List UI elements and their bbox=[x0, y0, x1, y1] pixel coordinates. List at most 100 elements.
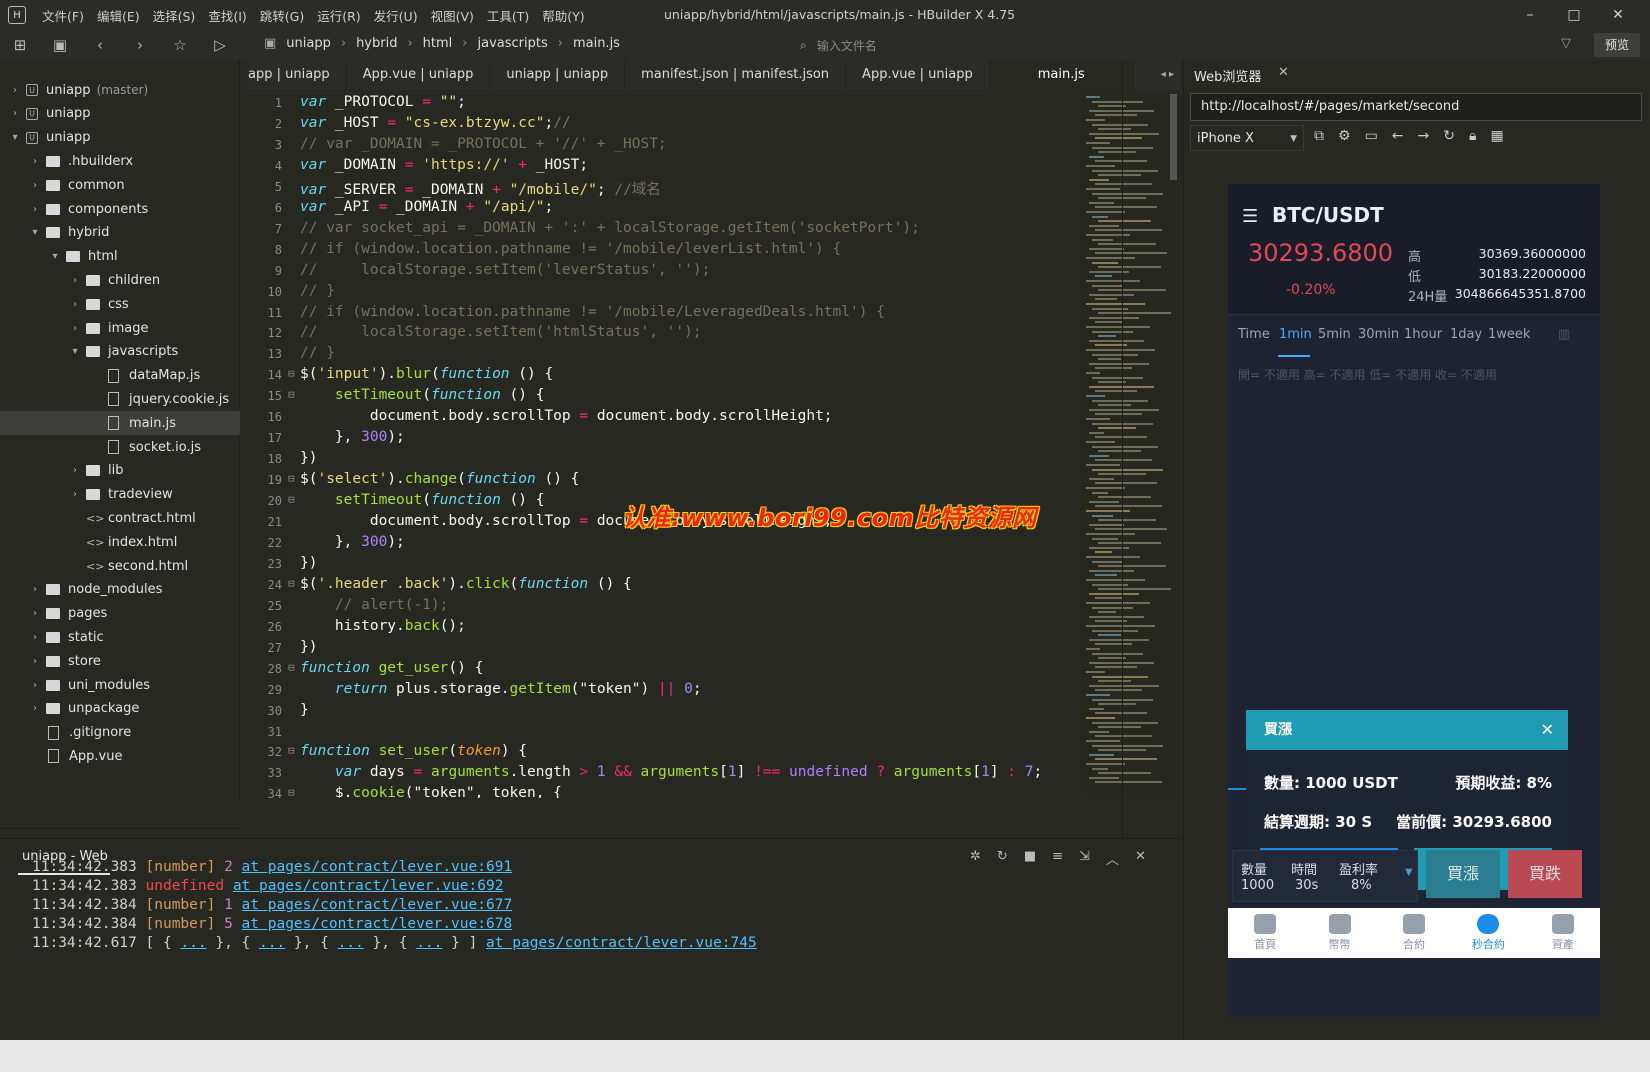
settings-icon[interactable]: ⚙ bbox=[1338, 128, 1351, 144]
source-link[interactable]: ... bbox=[416, 935, 442, 951]
close-window-button[interactable]: ✕ bbox=[1596, 0, 1640, 30]
tree-item[interactable]: › .hbuilderx bbox=[0, 149, 240, 173]
tree-item[interactable]: ▾ javascripts bbox=[0, 340, 240, 364]
tree-item[interactable]: › css bbox=[0, 292, 240, 316]
chevron-right-icon[interactable]: › bbox=[68, 275, 82, 286]
restart-icon[interactable]: ↻ bbox=[997, 849, 1008, 868]
chevron-right-icon[interactable]: › bbox=[68, 299, 82, 310]
chevron-down-icon[interactable]: ▾ bbox=[68, 346, 82, 357]
fold-toggle-icon[interactable]: ⊟ bbox=[288, 744, 298, 757]
url-input[interactable]: http://localhost/#/pages/market/second bbox=[1190, 93, 1642, 121]
editor-tab[interactable]: app | uniapp bbox=[248, 60, 347, 90]
tree-item[interactable]: <> index.html bbox=[0, 530, 240, 554]
tf-1day[interactable]: 1day bbox=[1450, 327, 1482, 342]
nav-home[interactable]: 首頁 bbox=[1228, 908, 1302, 958]
fold-toggle-icon[interactable]: ⊟ bbox=[288, 786, 298, 798]
nav-spot[interactable]: 幣幣 bbox=[1302, 908, 1376, 958]
tf-5min[interactable]: 5min bbox=[1318, 327, 1351, 342]
fold-toggle-icon[interactable]: ⊟ bbox=[288, 367, 298, 380]
qrcode-icon[interactable]: ▦ bbox=[1490, 128, 1503, 144]
maximize-panel-icon[interactable]: ︿ bbox=[1106, 849, 1119, 868]
source-link[interactable]: at pages/contract/lever.vue:692 bbox=[233, 878, 504, 894]
browser-tab[interactable]: Web浏览器 bbox=[1194, 66, 1261, 85]
chevron-down-icon[interactable]: ▾ bbox=[48, 251, 62, 262]
chevron-down-icon[interactable]: ▾ bbox=[8, 132, 22, 143]
forward-icon[interactable]: › bbox=[120, 36, 160, 54]
chevron-down-icon[interactable]: ▾ bbox=[28, 227, 42, 238]
fold-toggle-icon[interactable]: ⊟ bbox=[288, 472, 298, 485]
tree-item[interactable]: App.vue bbox=[0, 744, 240, 768]
chevron-right-icon[interactable]: › bbox=[28, 680, 42, 691]
close-panel-icon[interactable]: ✕ bbox=[1135, 849, 1146, 868]
menu-item[interactable]: 帮助(Y) bbox=[542, 9, 584, 24]
tree-item[interactable]: › components bbox=[0, 197, 240, 221]
tab-scroll-arrows-icon[interactable]: ◂ ▸ bbox=[1161, 60, 1174, 90]
chevron-right-icon[interactable]: › bbox=[28, 656, 42, 667]
run-icon[interactable]: ▷ bbox=[200, 36, 240, 54]
fold-toggle-icon[interactable]: ⊟ bbox=[288, 388, 298, 401]
tree-item[interactable]: › common bbox=[0, 173, 240, 197]
tree-item[interactable]: <> contract.html bbox=[0, 506, 240, 530]
editor-tab[interactable]: App.vue | uniapp bbox=[846, 60, 990, 90]
tree-item[interactable]: dataMap.js bbox=[0, 364, 240, 388]
editor-tab[interactable]: uniapp | uniapp bbox=[490, 60, 626, 90]
tree-item[interactable]: › lib bbox=[0, 459, 240, 483]
tree-item[interactable]: › node_modules bbox=[0, 578, 240, 602]
tf-30min[interactable]: 30min bbox=[1358, 327, 1399, 342]
chevron-right-icon[interactable]: › bbox=[28, 180, 42, 191]
buy-down-button[interactable]: 買跌 bbox=[1508, 850, 1582, 898]
breadcrumb-item[interactable]: javascripts bbox=[478, 36, 548, 51]
chevron-right-icon[interactable]: › bbox=[8, 108, 22, 119]
fold-toggle-icon[interactable]: ⊟ bbox=[288, 577, 298, 590]
tree-item[interactable]: › tradeview bbox=[0, 483, 240, 507]
chevron-right-icon[interactable]: › bbox=[28, 584, 42, 595]
tree-item[interactable]: ▾ html bbox=[0, 245, 240, 269]
new-file-icon[interactable]: ⊞ bbox=[0, 36, 40, 54]
menu-item[interactable]: 文件(F) bbox=[42, 9, 84, 24]
chevron-right-icon[interactable]: › bbox=[68, 489, 82, 500]
stop-icon[interactable]: ■ bbox=[1024, 849, 1036, 868]
chevron-right-icon[interactable]: › bbox=[28, 608, 42, 619]
tf-1min[interactable]: 1min bbox=[1279, 327, 1312, 342]
tree-item[interactable]: socket.io.js bbox=[0, 435, 240, 459]
panel-divider[interactable] bbox=[1122, 60, 1123, 840]
tree-item[interactable]: ▾ hybrid bbox=[0, 221, 240, 245]
forward-arrow-icon[interactable]: → bbox=[1418, 128, 1430, 144]
tree-item[interactable]: .gitignore bbox=[0, 721, 240, 745]
lock-icon[interactable]: 🔒︎ bbox=[1469, 128, 1476, 144]
close-tab-icon[interactable]: ✕ bbox=[1278, 65, 1289, 80]
tree-item[interactable]: › children bbox=[0, 268, 240, 292]
buy-up-button[interactable]: 買漲 bbox=[1426, 850, 1500, 898]
tf-1week[interactable]: 1week bbox=[1488, 327, 1530, 342]
editor-tab[interactable]: main.js bbox=[989, 60, 1134, 90]
source-link[interactable]: ... bbox=[259, 935, 285, 951]
chevron-right-icon[interactable]: › bbox=[68, 465, 82, 476]
tree-item[interactable]: <> second.html bbox=[0, 554, 240, 578]
tree-item[interactable]: › image bbox=[0, 316, 240, 340]
chevron-right-icon[interactable]: › bbox=[8, 85, 22, 96]
export-icon[interactable]: ⇲ bbox=[1079, 849, 1090, 868]
nav-second-contract[interactable]: 秒合約 bbox=[1451, 908, 1525, 958]
chevron-right-icon[interactable]: › bbox=[28, 632, 42, 643]
breadcrumb-item[interactable]: hybrid bbox=[356, 36, 397, 51]
bug-icon[interactable]: ✲ bbox=[970, 849, 981, 868]
tree-item[interactable]: › Uuniapp (master) bbox=[0, 78, 240, 102]
breadcrumb-item[interactable]: html bbox=[423, 36, 453, 51]
back-arrow-icon[interactable]: ← bbox=[1392, 128, 1404, 144]
chevron-right-icon[interactable]: › bbox=[68, 323, 82, 334]
tree-item[interactable]: › unpackage bbox=[0, 697, 240, 721]
breadcrumb-item[interactable]: uniapp bbox=[286, 36, 331, 51]
editor-tab[interactable]: manifest.json | manifest.json bbox=[625, 60, 847, 90]
close-icon[interactable]: ✕ bbox=[1541, 710, 1554, 750]
menu-item[interactable]: 编辑(E) bbox=[97, 9, 140, 24]
rotate-icon[interactable]: ⧉ bbox=[1314, 128, 1324, 144]
pair-title[interactable]: BTC/USDT bbox=[1272, 203, 1384, 227]
menu-icon[interactable]: ☰ bbox=[1242, 206, 1258, 227]
menu-item[interactable]: 选择(S) bbox=[153, 9, 196, 24]
tf-1hour[interactable]: 1hour bbox=[1404, 327, 1442, 342]
devtools-icon[interactable]: ▭ bbox=[1365, 128, 1378, 144]
tf-time[interactable]: Time bbox=[1238, 327, 1270, 342]
tree-item[interactable]: › uni_modules bbox=[0, 673, 240, 697]
menu-item[interactable]: 视图(V) bbox=[431, 9, 474, 24]
maximize-button[interactable]: □ bbox=[1552, 0, 1596, 30]
